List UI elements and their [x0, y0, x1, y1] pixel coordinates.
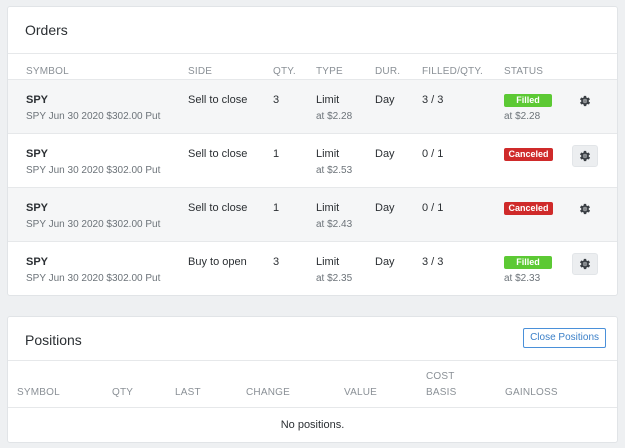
order-qty: 1 — [273, 148, 280, 160]
col-duration: DUR. — [375, 66, 401, 77]
positions-title: Positions — [25, 332, 82, 348]
order-side: Buy to open — [188, 256, 247, 268]
order-settings-button[interactable] — [572, 145, 598, 167]
order-type: Limit — [316, 202, 340, 214]
order-symbol: SPY — [26, 148, 49, 160]
order-price: at $2.35 — [316, 273, 353, 284]
order-settings-button[interactable] — [572, 90, 598, 112]
order-price: at $2.43 — [316, 219, 353, 230]
col-qty: QTY. — [273, 66, 296, 77]
col-last: LAST — [175, 387, 201, 398]
status-badge: Filled — [504, 94, 552, 107]
order-filled: 3 / 3 — [422, 94, 444, 106]
order-duration: Day — [375, 94, 395, 106]
col-cost: COST — [426, 371, 455, 382]
table-row: SPY SPY Jun 30 2020 $302.00 Put Sell to … — [8, 79, 617, 133]
col-qty: QTY — [112, 387, 134, 398]
gear-icon — [579, 150, 591, 162]
status-badge: Filled — [504, 256, 552, 269]
close-positions-button[interactable]: Close Positions — [523, 328, 606, 348]
table-row: SPY SPY Jun 30 2020 $302.00 Put Sell to … — [8, 133, 617, 187]
order-symbol: SPY — [26, 202, 49, 214]
order-price: at $2.53 — [316, 165, 353, 176]
col-type: TYPE — [316, 66, 343, 77]
order-qty: 3 — [273, 94, 280, 106]
order-qty: 3 — [273, 256, 280, 268]
order-filled: 3 / 3 — [422, 256, 444, 268]
order-side: Sell to close — [188, 148, 248, 160]
order-symbol: SPY — [26, 256, 49, 268]
positions-panel: Positions Close Positions SYMBOL QTY LAS… — [7, 316, 618, 443]
order-symbol: SPY — [26, 94, 49, 106]
gear-icon — [579, 258, 591, 270]
col-side: SIDE — [188, 66, 213, 77]
order-description: SPY Jun 30 2020 $302.00 Put — [26, 111, 161, 122]
order-description: SPY Jun 30 2020 $302.00 Put — [26, 219, 161, 230]
empty-message: No positions. — [280, 419, 345, 431]
table-row: SPY SPY Jun 30 2020 $302.00 Put Sell to … — [8, 187, 617, 241]
col-symbol: SYMBOL — [17, 387, 60, 398]
col-change: CHANGE — [246, 387, 290, 398]
order-type: Limit — [316, 256, 340, 268]
order-qty: 1 — [273, 202, 280, 214]
order-duration: Day — [375, 202, 395, 214]
order-duration: Day — [375, 148, 395, 160]
status-badge: Canceled — [504, 202, 553, 215]
col-symbol: SYMBOL — [26, 66, 69, 77]
order-filled: 0 / 1 — [422, 148, 444, 160]
orders-title: Orders — [25, 22, 68, 38]
status-badge: Canceled — [504, 148, 553, 161]
order-description: SPY Jun 30 2020 $302.00 Put — [26, 165, 161, 176]
status-price: at $2.33 — [504, 273, 541, 284]
positions-header-row: SYMBOL QTY LAST CHANGE VALUE COST BASIS … — [8, 360, 617, 407]
order-price: at $2.28 — [316, 111, 353, 122]
order-filled: 0 / 1 — [422, 202, 444, 214]
order-settings-button[interactable] — [572, 198, 598, 220]
col-value: VALUE — [344, 387, 378, 398]
col-gainloss: GAINLOSS — [505, 387, 558, 398]
col-filled: FILLED/QTY. — [422, 66, 483, 77]
order-type: Limit — [316, 148, 340, 160]
order-type: Limit — [316, 94, 340, 106]
gear-icon — [579, 203, 591, 215]
status-price: at $2.28 — [504, 111, 541, 122]
col-status: STATUS — [504, 66, 544, 77]
order-side: Sell to close — [188, 94, 248, 106]
orders-panel: Orders SYMBOL SIDE QTY. TYPE DUR. FILLED… — [7, 6, 618, 296]
table-row: SPY SPY Jun 30 2020 $302.00 Put Buy to o… — [8, 241, 617, 295]
order-description: SPY Jun 30 2020 $302.00 Put — [26, 273, 161, 284]
order-duration: Day — [375, 256, 395, 268]
positions-body: No positions. — [8, 407, 617, 443]
gear-icon — [579, 95, 591, 107]
col-basis: BASIS — [426, 387, 457, 398]
order-side: Sell to close — [188, 202, 248, 214]
order-settings-button[interactable] — [572, 253, 598, 275]
